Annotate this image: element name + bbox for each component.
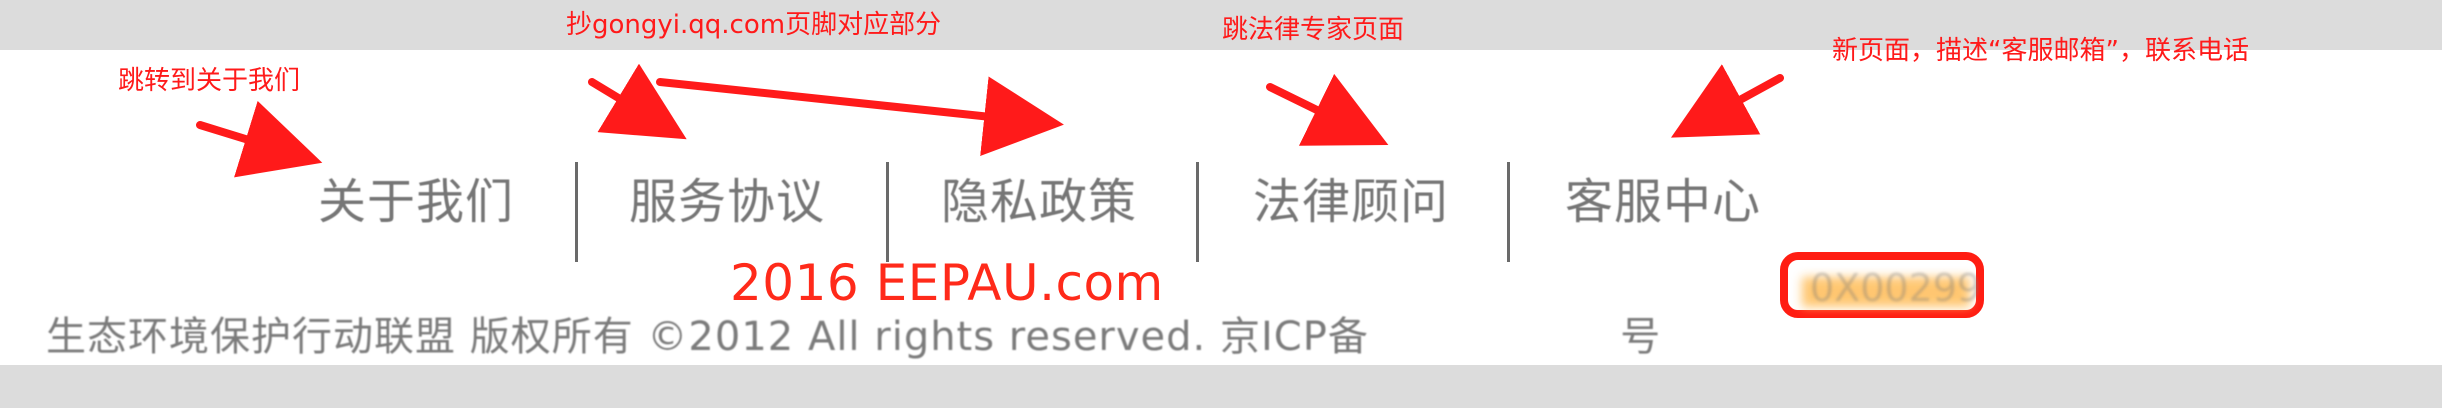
site-footer: 关于我们 服务协议 隐私政策 法律顾问 客服中心 生态环境保护行动联盟 版权所有… <box>0 50 2442 365</box>
footer-link-legal-consultant[interactable]: 法律顾问 <box>1253 178 1449 226</box>
footer-nav: 关于我们 服务协议 隐私政策 法律顾问 客服中心 <box>0 50 2442 262</box>
copyright-line: 生态环境保护行动联盟 版权所有 ©2012 All rights reserve… <box>46 315 1661 357</box>
annotation-service-agreement: 抄gongyi.qq.com页脚对应部分 <box>566 10 942 40</box>
copyright-prefix: 生态环境保护行动联盟 版权所有 ©2012 <box>46 314 808 360</box>
annotation-about-us: 跳转到关于我们 <box>118 66 301 96</box>
footer-separator <box>1507 162 1510 262</box>
footer-link-about-us[interactable]: 关于我们 <box>318 178 514 226</box>
annotation-support-center: 新页面，描述“客服邮箱”，联系电话 <box>1832 36 2249 66</box>
icp-number: 0X00299 <box>1810 266 1982 310</box>
icp-suffix: 号 <box>1620 314 1662 360</box>
footer-separator <box>886 162 889 262</box>
copyright-rights-text: All rights reserved. 京ICP备 <box>807 314 1369 360</box>
footer-link-service-agreement[interactable]: 服务协议 <box>629 178 825 226</box>
footer-link-privacy-policy[interactable]: 隐私政策 <box>941 178 1137 226</box>
screenshot: 关于我们 服务协议 隐私政策 法律顾问 客服中心 生态环境保护行动联盟 版权所有… <box>0 0 2442 408</box>
domain-overlay-text: 2016 EEPAU.com <box>730 254 1164 312</box>
footer-separator <box>575 162 578 262</box>
icp-number-highlight: 0X00299 <box>1780 252 1984 318</box>
annotation-legal-consultant: 跳法律专家页面 <box>1222 15 1405 45</box>
footer-link-support-center[interactable]: 客服中心 <box>1565 178 1761 226</box>
footer-separator <box>1196 162 1199 262</box>
